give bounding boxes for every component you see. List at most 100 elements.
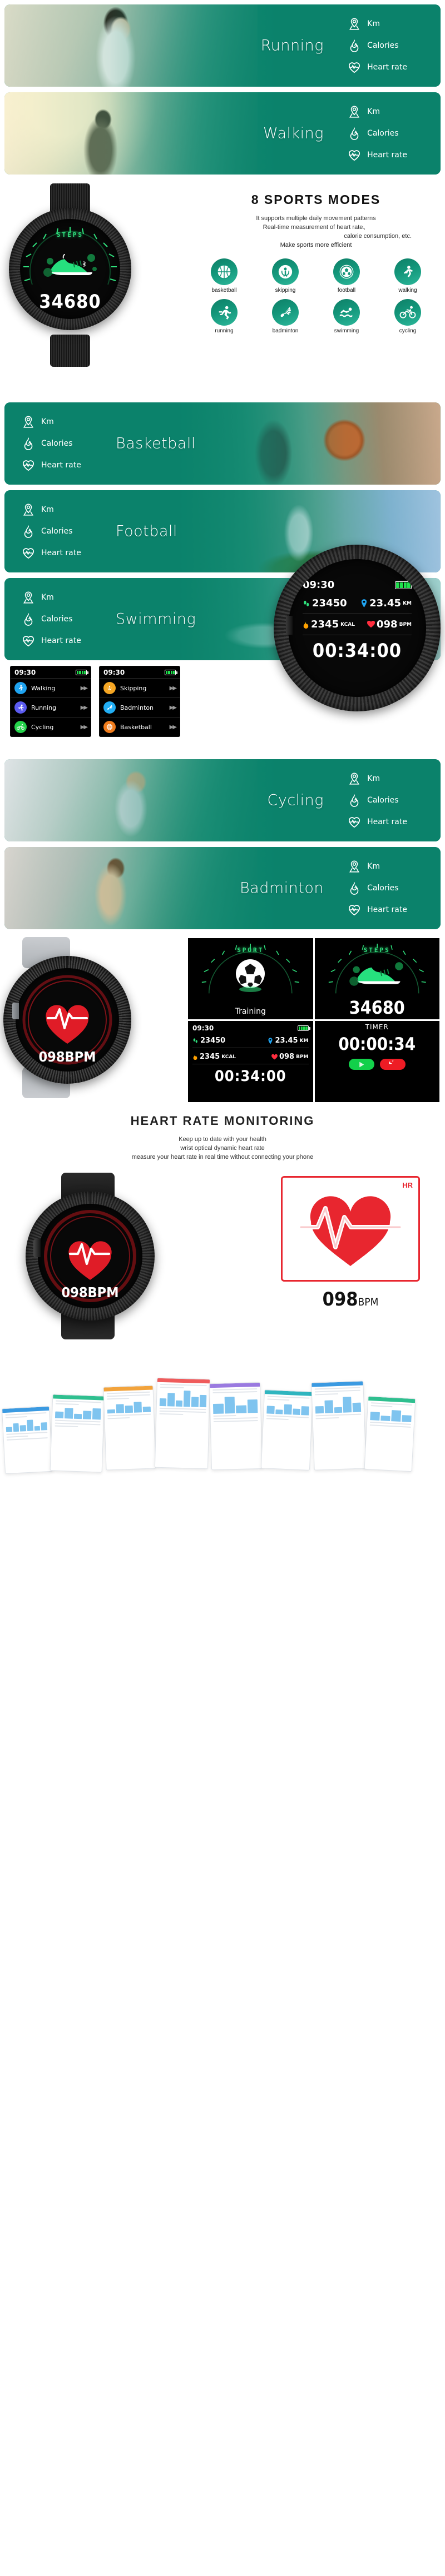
flame-icon — [24, 437, 33, 450]
walking-icon — [403, 266, 413, 277]
sport-label: badminton — [272, 328, 299, 334]
heart-pulse-icon — [349, 817, 360, 828]
battery-icon — [395, 581, 413, 589]
heart-pulse-icon — [22, 460, 34, 471]
card-header — [209, 1382, 260, 1388]
sport-icon-grid: basketball skipping football walking run… — [194, 258, 438, 334]
dashboard-content: 09:30 23450 23.45 KM 2345 KCAL 098 BPM 0… — [188, 1021, 313, 1102]
menu-item-cycling[interactable]: Cycling ▶▶ — [11, 717, 91, 736]
chevron-right-icon: ▶▶ — [80, 704, 88, 711]
metric-label: Calories — [367, 884, 399, 893]
icon-badge — [14, 682, 27, 694]
heartrate-unit: BPM — [296, 1054, 309, 1060]
metric-list: Km Calories Heart rate — [21, 415, 81, 472]
menu-item-running[interactable]: Running ▶▶ — [11, 697, 91, 717]
sport-item-skipping[interactable]: skipping — [255, 258, 316, 293]
metric-heart-rate: Heart rate — [21, 634, 81, 648]
sport-item-walking[interactable]: walking — [377, 258, 438, 293]
sport-item-running[interactable]: running — [194, 299, 255, 334]
metric-list: Km Calories Heart rate — [347, 17, 407, 74]
steps-value: 23450 — [200, 1037, 226, 1045]
dashboard-statusbar: 09:30 — [192, 1024, 310, 1032]
sport-item-basketball[interactable]: basketball — [194, 258, 255, 293]
flame-icon — [350, 794, 359, 807]
chevron-right-icon: ▶▶ — [80, 685, 88, 691]
card-bar-chart — [104, 1399, 154, 1414]
location-pin-icon — [349, 18, 360, 30]
sport-banner-basketball: Basketball Km Calories Heart rate — [4, 402, 441, 485]
metric-km: Km — [347, 771, 407, 786]
product-page: Running Km Calories Heart rate Walking K… — [0, 4, 445, 1493]
watch-side-button[interactable] — [12, 1003, 19, 1019]
heart-rate-illustration: HR — [281, 1176, 420, 1282]
calories-unit: KCAL — [340, 621, 355, 627]
metric-heart-rate: Heart rate — [347, 60, 407, 74]
menu-item-walking[interactable]: Walking ▶▶ — [11, 678, 91, 697]
watch-step-count: 34680 — [39, 291, 101, 313]
basketball-icon — [106, 724, 113, 730]
sport-item-badminton[interactable]: badminton — [255, 299, 316, 334]
skipping-rope-icon — [278, 265, 293, 279]
watch-dial-label: STEPS — [56, 231, 84, 238]
watch-time: 09:30 — [303, 579, 335, 591]
metric-label: Km — [41, 505, 54, 514]
walking-icon — [18, 685, 23, 691]
metric-heart-rate: Heart rate — [347, 815, 407, 829]
metric-label: Km — [41, 417, 54, 426]
watch-faces-section: 098BPM SPORT Training STEPS 34680 09:30 … — [0, 935, 445, 1102]
distance-unit: KM — [299, 1038, 309, 1044]
metric-km: Km — [21, 415, 81, 429]
card-line — [213, 1417, 258, 1420]
location-pin-icon — [268, 1037, 273, 1044]
dashboard-row-2: 2345 KCAL 098 BPM — [192, 1053, 309, 1061]
chevron-right-icon: ▶▶ — [169, 724, 177, 730]
heartrate-value: 098 — [279, 1053, 295, 1061]
running-shoe-icon — [349, 962, 403, 986]
card-line — [267, 1398, 289, 1401]
sport-item-cycling[interactable]: cycling — [377, 299, 438, 334]
face-steps: STEPS 34680 — [314, 938, 439, 1019]
timer-play-button[interactable] — [348, 1059, 374, 1070]
metric-label: Heart rate — [367, 818, 407, 826]
metric-list: Km Calories Heart rate — [21, 590, 81, 648]
watch-side-button[interactable] — [286, 616, 293, 635]
distance-unit: KM — [403, 600, 412, 606]
menu-item-basketball[interactable]: Basketball ▶▶ — [100, 717, 180, 736]
section-description: Keep up to date with your health wrist o… — [0, 1135, 445, 1162]
watch-side-button[interactable] — [33, 1239, 41, 1257]
distance-stat: 23.45 KM — [360, 597, 412, 609]
app-card — [364, 1396, 416, 1472]
app-screen-1: 09:30 Walking ▶▶ Running ▶▶ Cycling ▶▶ — [10, 666, 91, 737]
timer-value: 00:00:34 — [338, 1034, 416, 1054]
metric-list: Km Calories Heart rate — [347, 104, 407, 162]
running-shoe-icon — [43, 253, 97, 277]
card-bar-chart — [367, 1408, 414, 1422]
calories-unit: KCAL — [221, 1054, 236, 1060]
sport-banner-cycling: Cycling Km Calories Heart rate — [4, 759, 441, 841]
heart-rate-visual-band: 098BPM HR 098BPM — [0, 1167, 445, 1351]
menu-label: Basketball — [120, 723, 152, 731]
flame-icon — [350, 127, 359, 140]
watch-face: STEPS 34680 — [20, 219, 120, 319]
menu-item-skipping[interactable]: Skipping ▶▶ — [100, 678, 180, 697]
sport-banner-walking: Walking Km Calories Heart rate — [4, 92, 441, 175]
dashboard-time: 09:30 — [192, 1024, 214, 1032]
card-header — [264, 1390, 313, 1396]
app-card — [1, 1406, 53, 1474]
flame-icon — [350, 39, 359, 52]
sport-banner-running: Running Km Calories Heart rate — [4, 4, 441, 87]
banner-title: Walking — [263, 124, 324, 142]
metric-calories: Calories — [21, 524, 81, 539]
flame-icon — [193, 1054, 197, 1060]
heart-rate-watch-left: 098BPM — [3, 937, 170, 1098]
sport-item-football[interactable]: football — [316, 258, 377, 293]
location-pin-icon — [23, 591, 33, 604]
hr-desc-line-1: Keep up to date with your health — [179, 1136, 266, 1143]
swimming-band: Swimming Km Calories Heart rate 09:30 23… — [0, 545, 445, 737]
heart-icon — [271, 1054, 278, 1059]
card-line — [315, 1393, 339, 1396]
timer-reset-button[interactable] — [379, 1059, 406, 1070]
metric-calories: Calories — [21, 436, 81, 451]
sport-item-swimming[interactable]: swimming — [316, 299, 377, 334]
menu-item-badminton[interactable]: Badminton ▶▶ — [100, 697, 180, 717]
